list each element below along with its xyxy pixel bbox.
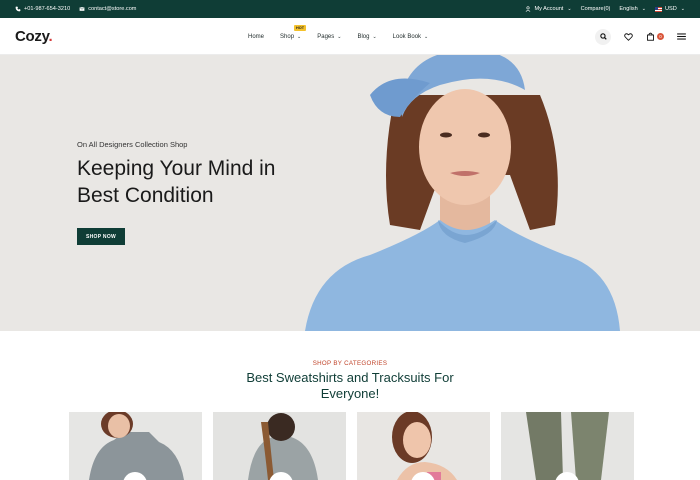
- nav-look-book[interactable]: Look Book ⌄: [393, 34, 429, 40]
- main-header: Cozy. Home HOT Shop ⌄ Pages ⌄ Blog ⌄ Loo…: [0, 18, 700, 55]
- language-label: English: [619, 6, 638, 12]
- hot-badge: HOT: [294, 24, 307, 31]
- chevron-down-icon: ⌄: [641, 6, 646, 12]
- nav-home[interactable]: Home: [248, 34, 264, 40]
- shopping-bag-icon: [647, 32, 654, 41]
- chevron-down-icon: ⌄: [680, 6, 685, 12]
- compare-link[interactable]: Compare(0): [581, 6, 611, 12]
- nav-shop[interactable]: HOT Shop ⌄: [280, 24, 307, 40]
- top-bar: +01-987-654-3210 contact@store.com My Ac…: [0, 0, 700, 18]
- compare-label: Compare(0): [580, 6, 611, 12]
- nav-shop-label: Shop: [280, 33, 295, 40]
- category-card[interactable]: [357, 412, 490, 480]
- hero-banner: On All Designers Collection Shop Keeping…: [0, 55, 700, 331]
- nav-look-book-label: Look Book: [392, 33, 422, 40]
- chevron-down-icon: ⌄: [337, 33, 342, 40]
- mail-icon: [79, 7, 85, 11]
- cart-count-badge: 0: [657, 33, 664, 40]
- categories-title: Best Sweatshirts and Tracksuits For Ever…: [246, 370, 454, 401]
- logo-text: Cozy: [15, 27, 49, 45]
- my-account-label: My Account: [534, 6, 564, 12]
- nav-pages-label: Pages: [317, 33, 335, 40]
- email-contact[interactable]: contact@store.com: [79, 6, 136, 12]
- nav-blog-label: Blog: [357, 33, 370, 40]
- header-actions: 0: [595, 18, 686, 55]
- category-cards: [69, 412, 634, 480]
- us-flag-icon: [654, 6, 662, 12]
- logo-dot: .: [48, 27, 53, 45]
- search-button[interactable]: [595, 28, 611, 45]
- menu-hamburger-icon[interactable]: [677, 33, 686, 40]
- logo[interactable]: Cozy.: [15, 27, 53, 45]
- my-account-menu[interactable]: My Account ⌄: [525, 6, 572, 12]
- language-select[interactable]: English ⌄: [619, 6, 646, 12]
- category-image: [248, 413, 318, 480]
- user-icon: [526, 6, 531, 12]
- phone-icon: [15, 6, 21, 12]
- chevron-down-icon: ⌄: [297, 33, 302, 40]
- wishlist-heart-icon[interactable]: [624, 32, 633, 41]
- main-nav: Home HOT Shop ⌄ Pages ⌄ Blog ⌄ Look Book…: [248, 18, 428, 55]
- categories-pretitle: SHOP BY CATEGORIES: [312, 360, 388, 367]
- cart-button[interactable]: 0: [646, 32, 664, 41]
- search-icon: [599, 33, 607, 40]
- phone-number: +01-987-654-3210: [24, 6, 71, 12]
- category-card[interactable]: [213, 412, 346, 480]
- email-address: contact@store.com: [88, 6, 137, 12]
- category-image: [526, 412, 609, 480]
- hero-pretitle: On All Designers Collection Shop: [77, 140, 188, 149]
- currency-select[interactable]: USD ⌄: [654, 6, 685, 12]
- category-image: [392, 412, 457, 480]
- chevron-down-icon: ⌄: [372, 33, 377, 40]
- hero-model-image: [305, 55, 620, 331]
- chevron-down-icon: ⌄: [424, 33, 429, 40]
- hero-title: Keeping Your Mind in Best Condition: [77, 157, 276, 207]
- shop-now-button[interactable]: SHOP NOW: [77, 228, 125, 245]
- category-card[interactable]: [69, 412, 202, 480]
- category-image: [89, 412, 184, 480]
- nav-home-label: Home: [248, 33, 265, 40]
- nav-pages[interactable]: Pages ⌄: [317, 34, 341, 40]
- nav-blog[interactable]: Blog ⌄: [357, 34, 376, 40]
- chevron-down-icon: ⌄: [567, 6, 572, 12]
- phone-contact[interactable]: +01-987-654-3210: [15, 6, 70, 12]
- category-card[interactable]: [501, 412, 634, 480]
- currency-label: USD: [664, 6, 677, 12]
